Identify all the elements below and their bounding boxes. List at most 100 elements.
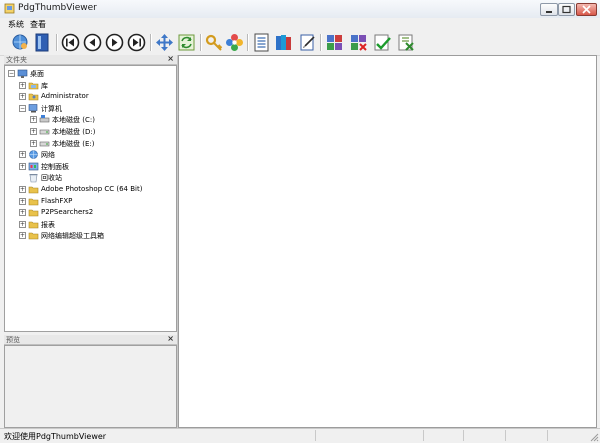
expand-icon[interactable]: + (30, 116, 37, 124)
tree-item[interactable]: + P2PSearchers2 (19, 207, 176, 218)
toolbar-button-puzzle-delete[interactable] (348, 32, 369, 53)
expand-icon[interactable]: + (19, 220, 26, 228)
maximize-icon (562, 5, 571, 14)
tree-item[interactable]: − 计算机 (19, 103, 176, 114)
toolbar-button-move[interactable] (154, 32, 175, 53)
last-button[interactable] (126, 32, 147, 53)
toolbar-button-edit[interactable] (297, 32, 318, 53)
close-icon (582, 5, 591, 14)
maximize-button[interactable] (558, 3, 575, 16)
resize-grip-icon[interactable] (590, 433, 599, 442)
expand-icon[interactable]: + (19, 81, 26, 89)
tree-item[interactable]: + Administrator (19, 91, 176, 102)
computer-icon (28, 103, 38, 113)
tree-item-label: Administrator (41, 92, 89, 101)
tree-item-label: 本地磁盘 (C:) (52, 116, 95, 125)
move-arrows-icon (156, 34, 173, 51)
preview-panel-header: 预览 × (4, 334, 177, 345)
app-icon (4, 3, 15, 14)
expand-icon[interactable]: + (19, 186, 26, 193)
status-panel (547, 430, 587, 441)
expand-icon[interactable]: + (19, 232, 26, 240)
toolbar-button-key[interactable] (204, 32, 225, 53)
preview-panel (4, 345, 177, 428)
puzzle-icon (327, 35, 342, 50)
next-button[interactable] (104, 32, 125, 53)
tree-item-label: 库 (41, 81, 48, 90)
tree-item[interactable]: 回收站 (19, 172, 176, 183)
last-icon (127, 33, 146, 52)
minimize-button[interactable] (540, 3, 558, 16)
network-icon (29, 150, 38, 159)
toolbar-button-check[interactable] (372, 32, 393, 53)
tree-item-label: 本地磁盘 (E:) (52, 139, 95, 148)
toolbar-button-globe-user[interactable] (10, 32, 31, 53)
toolbar-button-book[interactable] (32, 32, 53, 53)
collapse-icon[interactable]: − (8, 70, 15, 77)
preview-panel-close-button[interactable]: × (167, 334, 174, 343)
tree-item-label: Adobe Photoshop CC (64 Bit) (41, 185, 143, 193)
system-drive-icon (39, 115, 50, 123)
expand-icon[interactable]: + (19, 151, 26, 159)
title-bar[interactable]: PdgThumbViewer (0, 0, 600, 19)
toolbar-button-document-delete[interactable] (396, 32, 417, 53)
toolbar-button-flower[interactable] (224, 32, 245, 53)
expand-icon[interactable]: + (19, 162, 26, 170)
menu-system[interactable]: 系统 (8, 19, 24, 30)
expand-icon[interactable]: + (30, 139, 37, 147)
previous-icon (83, 33, 102, 52)
tree-item-label: 网络 (41, 151, 55, 160)
tree-item-label: 控制面板 (41, 162, 69, 171)
tree-item[interactable]: + FlashFXP (19, 196, 176, 207)
document-delete-icon (398, 34, 414, 51)
tree-item[interactable]: + 网络 (19, 149, 176, 160)
tree-item[interactable]: + 报表 (19, 219, 176, 230)
tree-item[interactable]: + 库 (19, 80, 176, 91)
toolbar-separator (247, 34, 249, 51)
tree-item-label: 本地磁盘 (D:) (52, 128, 96, 136)
tree-item[interactable]: + 控制面板 (19, 161, 176, 172)
close-button[interactable] (576, 3, 597, 16)
tree-item[interactable]: + 网络编辑超级工具箱 (19, 230, 176, 241)
expand-icon[interactable]: + (30, 128, 37, 135)
status-panel (505, 430, 547, 441)
first-button[interactable] (60, 32, 81, 53)
toolbar-button-list[interactable] (251, 32, 272, 53)
recycle-bin-icon (29, 174, 38, 183)
previous-button[interactable] (82, 32, 103, 53)
tree-item-label: 报表 (41, 220, 55, 229)
toolbar-button-refresh[interactable] (176, 32, 197, 53)
minimize-icon (546, 11, 552, 13)
user-folder-icon (28, 93, 39, 101)
expand-icon[interactable]: + (19, 197, 26, 205)
status-panel (315, 430, 423, 441)
folder-tree[interactable]: − 桌面 + 库 + Administrator − 计算机 + 本地磁盘 (C:) + 本地磁盘 (… (4, 65, 177, 332)
tree-item[interactable]: + 本地磁盘 (C:) (30, 114, 176, 125)
menu-view[interactable]: 查看 (30, 19, 46, 30)
toolbar-separator (200, 34, 202, 51)
tree-item[interactable]: − 桌面 (8, 68, 176, 79)
document-list-icon (254, 33, 269, 52)
folder-panel-close-button[interactable]: × (167, 54, 174, 63)
toolbar-button-puzzle[interactable] (324, 32, 345, 53)
status-text: 欢迎使用PdgThumbViewer (4, 432, 107, 441)
folder-icon (28, 209, 39, 217)
toolbar (0, 30, 600, 56)
toolbar-button-books[interactable] (273, 32, 294, 53)
expand-icon[interactable]: + (19, 93, 26, 101)
preview-panel-title: 预览 (6, 336, 20, 344)
tree-item[interactable]: + Adobe Photoshop CC (64 Bit) (19, 184, 176, 195)
collapse-icon[interactable]: − (19, 104, 26, 112)
tree-item[interactable]: + 本地磁盘 (E:) (30, 138, 176, 149)
folder-icon (28, 198, 39, 205)
tree-item-label: 桌面 (30, 70, 44, 78)
left-pane: 文件夹 × − 桌面 + 库 + Administrator − 计算机 + 本地磁盘 (C:) +… (4, 54, 177, 428)
folder-icon (28, 233, 39, 240)
first-icon (61, 33, 80, 52)
thumbnail-view[interactable] (178, 55, 597, 428)
tree-item[interactable]: + 本地磁盘 (D:) (30, 126, 176, 137)
tree-item-label: FlashFXP (41, 196, 73, 205)
toolbar-separator (150, 34, 152, 51)
puzzle-delete-icon (351, 35, 367, 51)
expand-icon[interactable]: + (19, 209, 26, 217)
